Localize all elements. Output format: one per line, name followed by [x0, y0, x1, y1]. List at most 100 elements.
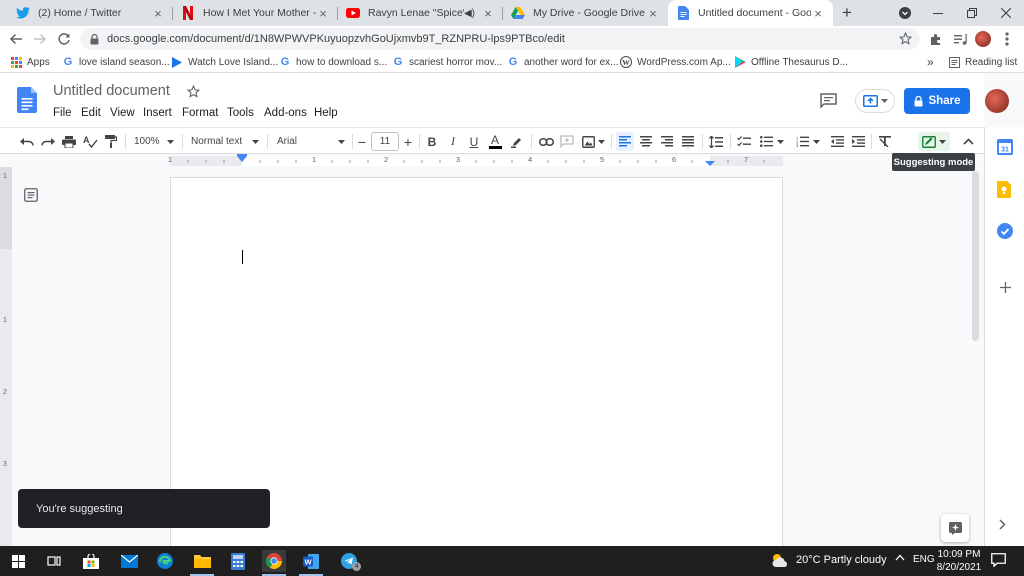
calculator-button[interactable]: [226, 550, 250, 572]
weather-widget[interactable]: 20°C Partly cloudy: [770, 552, 887, 568]
browser-tab-youtube[interactable]: Ravyn Lenae "Spice" [Sm ◀) ×: [338, 0, 503, 26]
menu-view[interactable]: View: [110, 107, 135, 119]
calendar-button[interactable]: 31: [997, 139, 1013, 155]
redo-button[interactable]: [39, 132, 57, 151]
print-button[interactable]: [60, 132, 78, 151]
bookmark-how-to-download[interactable]: G how to download s...: [279, 51, 387, 73]
docs-home-logo[interactable]: [17, 87, 37, 113]
document-outline-button[interactable]: [24, 188, 38, 202]
file-explorer-button[interactable]: [190, 550, 214, 572]
align-center-button[interactable]: [637, 132, 655, 151]
address-bar[interactable]: docs.google.com/document/d/1N8WPWVPKuyuo…: [80, 28, 920, 50]
telegram-button[interactable]: 4: [337, 550, 361, 572]
vertical-scrollbar-thumb[interactable]: [972, 171, 979, 341]
expand-side-panel-button[interactable]: [999, 519, 1006, 530]
minimize-button[interactable]: [921, 0, 955, 26]
bold-button[interactable]: B: [424, 132, 440, 151]
chrome-button[interactable]: [262, 550, 286, 572]
tasks-button[interactable]: [997, 223, 1013, 239]
reload-button[interactable]: [53, 28, 75, 50]
close-tab-icon[interactable]: ×: [481, 6, 495, 21]
bookmark-love-island-season[interactable]: G love island season...: [62, 51, 170, 73]
input-language-button[interactable]: ENG: [913, 554, 935, 565]
menu-file[interactable]: File: [53, 107, 72, 119]
word-button[interactable]: W: [299, 550, 323, 572]
text-color-button[interactable]: A: [487, 132, 503, 151]
forward-button[interactable]: [29, 28, 51, 50]
get-add-ons-button[interactable]: [997, 279, 1013, 295]
bookmark-offline-thesaurus[interactable]: Offline Thesaurus D...: [734, 51, 848, 73]
edge-button[interactable]: [153, 550, 177, 572]
paragraph-style-select[interactable]: Normal text: [188, 132, 262, 151]
present-meeting-button[interactable]: [855, 89, 895, 113]
spelling-grammar-button[interactable]: A: [81, 132, 99, 151]
back-button[interactable]: [5, 28, 27, 50]
bookmark-wordpress[interactable]: W WordPress.com Ap...: [620, 51, 731, 73]
menu-help[interactable]: Help: [314, 107, 338, 119]
bookmark-scariest-horror[interactable]: G scariest horror mov...: [392, 51, 502, 73]
bookmark-apps[interactable]: Apps: [10, 51, 50, 73]
underline-button[interactable]: U: [466, 132, 482, 151]
star-icon[interactable]: [899, 32, 912, 45]
close-tab-icon[interactable]: ×: [316, 6, 330, 21]
align-left-button[interactable]: [616, 132, 634, 151]
reading-list-button[interactable]: Reading list: [948, 51, 1017, 73]
clear-formatting-button[interactable]: [876, 132, 894, 151]
menu-add-ons[interactable]: Add-ons: [264, 107, 307, 119]
document-title[interactable]: Untitled document: [53, 83, 170, 99]
increase-indent-button[interactable]: [849, 132, 867, 151]
font-size-input[interactable]: 11: [371, 132, 399, 151]
clock[interactable]: 10:09 PM 8/20/2021: [936, 548, 982, 574]
comments-button[interactable]: [820, 93, 837, 108]
checklist-button[interactable]: [735, 132, 753, 151]
menu-insert[interactable]: Insert: [143, 107, 172, 119]
star-document-button[interactable]: [187, 85, 200, 98]
media-controls-button[interactable]: [949, 28, 971, 50]
highlight-color-button[interactable]: [509, 132, 525, 151]
insert-image-button[interactable]: [580, 132, 606, 151]
microsoft-store-button[interactable]: [79, 550, 103, 572]
keep-button[interactable]: [997, 181, 1011, 198]
action-center-button[interactable]: [991, 553, 1006, 567]
tab-search-button[interactable]: [888, 0, 922, 26]
extensions-button[interactable]: [925, 28, 947, 50]
editing-mode-button[interactable]: [918, 132, 950, 151]
bookmark-watch-love-island[interactable]: Watch Love Island...: [171, 51, 278, 73]
justify-button[interactable]: [679, 132, 697, 151]
insert-link-button[interactable]: [537, 132, 555, 151]
start-button[interactable]: [6, 550, 30, 572]
add-comment-button[interactable]: [558, 132, 576, 151]
browser-menu-button[interactable]: [996, 28, 1018, 50]
close-tab-icon[interactable]: ×: [151, 6, 165, 21]
new-tab-button[interactable]: +: [830, 0, 864, 26]
audio-playing-icon[interactable]: ◀): [464, 8, 475, 19]
decrease-font-size-button[interactable]: −: [355, 132, 369, 151]
task-view-button[interactable]: [42, 550, 66, 572]
bulleted-list-button[interactable]: [757, 132, 787, 151]
profile-avatar[interactable]: [972, 28, 994, 50]
hide-menus-button[interactable]: [960, 132, 976, 151]
undo-button[interactable]: [18, 132, 36, 151]
font-family-select[interactable]: Arial: [274, 132, 348, 151]
decrease-indent-button[interactable]: [828, 132, 846, 151]
browser-tab-google-docs[interactable]: Untitled document - Google ×: [668, 0, 833, 26]
menu-edit[interactable]: Edit: [81, 107, 101, 119]
line-spacing-button[interactable]: [707, 132, 725, 151]
close-tab-icon[interactable]: ×: [646, 6, 660, 21]
menu-format[interactable]: Format: [182, 107, 218, 119]
mail-button[interactable]: [117, 550, 141, 572]
account-avatar[interactable]: [984, 89, 1009, 113]
browser-tab-google-drive[interactable]: My Drive - Google Drive ×: [503, 0, 668, 26]
close-window-button[interactable]: [989, 0, 1023, 26]
show-hidden-icons-button[interactable]: [895, 554, 905, 561]
share-button[interactable]: Share: [904, 88, 970, 114]
align-right-button[interactable]: [658, 132, 676, 151]
paint-format-button[interactable]: [102, 132, 120, 151]
increase-font-size-button[interactable]: +: [401, 132, 415, 151]
zoom-select[interactable]: 100%: [131, 132, 177, 151]
browser-tab-twitter[interactable]: (2) Home / Twitter ×: [8, 0, 173, 26]
explore-button[interactable]: [941, 514, 969, 542]
menu-tools[interactable]: Tools: [227, 107, 254, 119]
browser-tab-netflix[interactable]: How I Met Your Mother - Play ×: [173, 0, 338, 26]
close-tab-icon[interactable]: ×: [811, 6, 825, 21]
